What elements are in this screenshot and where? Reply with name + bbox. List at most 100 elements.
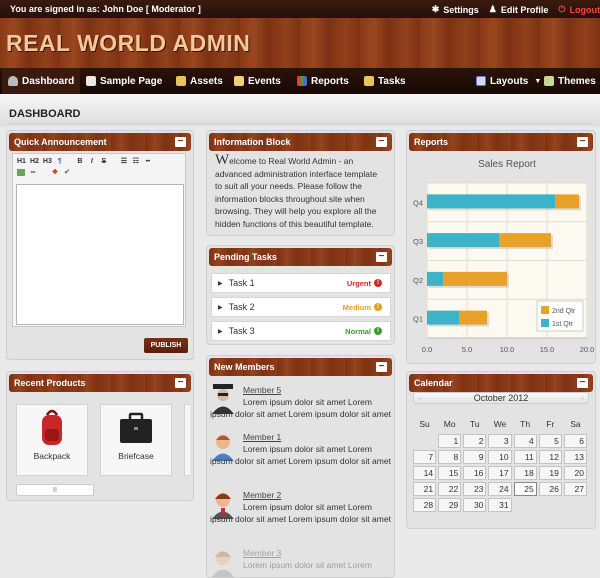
nav-events[interactable]: Events <box>228 68 287 94</box>
calendar-day[interactable]: 12 <box>538 450 562 464</box>
calendar-day[interactable]: 2 <box>463 434 487 448</box>
calendar-today[interactable]: 25 <box>513 482 537 496</box>
x-tick-label: 15.0 <box>540 345 555 354</box>
collapse-button[interactable]: − <box>175 137 186 147</box>
nav-layouts[interactable]: Layouts ▼ <box>470 68 547 94</box>
calendar-day[interactable]: 14 <box>413 466 437 480</box>
horizontal-rule-icon[interactable]: ┅ <box>144 157 152 165</box>
settings-label: Settings <box>443 4 479 15</box>
calendar-day[interactable]: 29 <box>438 498 462 512</box>
member-name-link[interactable]: Member 1 <box>243 431 281 443</box>
logo[interactable]: REAL WORLD ADMIN <box>6 30 250 57</box>
product-label: Backpack <box>33 451 71 461</box>
task-item[interactable]: ▶ Task 1 Urgent! <box>211 273 391 293</box>
calendar-day[interactable]: 6 <box>563 434 587 448</box>
bold-button[interactable]: B <box>76 158 84 165</box>
calendar-day[interactable]: 1 <box>438 434 462 448</box>
next-month-icon[interactable]: ◦ <box>581 393 584 404</box>
member-name-link[interactable]: Member 2 <box>243 489 281 501</box>
prev-month-icon[interactable]: ◦ <box>418 393 421 404</box>
calendar-day[interactable]: 21 <box>413 482 437 496</box>
calendar-day[interactable]: 20 <box>563 466 587 480</box>
calendar-day[interactable]: 24 <box>488 482 512 496</box>
link-icon[interactable]: ∞ <box>29 169 37 176</box>
nav-sample-page[interactable]: Sample Page <box>80 68 168 94</box>
nav-tasks[interactable]: Tasks <box>358 68 412 94</box>
product-card[interactable]: Briefcase <box>100 404 172 476</box>
editor-toolbar: H1 H2 H3 ¶ B I S ☰ ☷ ┅ <box>13 154 185 168</box>
bar-2nd-qtr <box>443 271 507 286</box>
priority-label: Normal <box>345 326 371 336</box>
collapse-button[interactable]: − <box>376 362 387 372</box>
panel-header: Quick Announcement − <box>9 133 191 151</box>
calendar-day[interactable]: 31 <box>488 498 512 512</box>
calendar-day[interactable]: 7 <box>413 450 437 464</box>
bar-1st-qtr <box>427 194 555 209</box>
weekday-label: We <box>493 419 507 429</box>
member-name-link[interactable]: Member 5 <box>243 384 281 396</box>
calendar-day[interactable]: 23 <box>463 482 487 496</box>
member-name-link[interactable]: Member 3 <box>243 547 281 559</box>
task-item[interactable]: ▶ Task 3 Normal! <box>211 321 391 341</box>
product-card[interactable]: Backpack <box>16 404 88 476</box>
legend-swatch <box>541 306 549 314</box>
paragraph-button[interactable]: ¶ <box>56 158 64 165</box>
settings-link[interactable]: ✱ Settings <box>432 4 479 15</box>
collapse-button[interactable]: − <box>175 378 186 388</box>
panel-title: Information Block <box>214 137 291 147</box>
collapse-button[interactable]: − <box>376 252 387 262</box>
user-icon: ♟ <box>488 4 497 14</box>
calendar-day[interactable]: 4 <box>513 434 537 448</box>
calendar-day[interactable]: 18 <box>513 466 537 480</box>
task-item[interactable]: ▶ Task 2 Medium! <box>211 297 391 317</box>
announcement-panel: Quick Announcement − H1 H2 H3 ¶ B I S ☰ … <box>6 130 194 360</box>
task-label: Task 3 <box>228 326 255 336</box>
chart-icon <box>297 76 307 86</box>
calendar-day[interactable]: 8 <box>438 450 462 464</box>
logout-link[interactable]: ⏻ Logout <box>558 4 600 15</box>
numbered-list-icon[interactable]: ☷ <box>132 157 140 165</box>
h3-button[interactable]: H3 <box>43 158 52 165</box>
h2-button[interactable]: H2 <box>30 158 39 165</box>
strike-button[interactable]: S <box>100 158 108 165</box>
calendar-day[interactable]: 16 <box>463 466 487 480</box>
edit-profile-link[interactable]: ♟ Edit Profile <box>489 4 549 15</box>
calendar-day[interactable]: 30 <box>463 498 487 512</box>
calendar-day[interactable]: 10 <box>488 450 512 464</box>
task-label: Task 2 <box>228 302 255 312</box>
nav-dashboard[interactable]: Dashboard <box>2 68 81 94</box>
panel-title: New Members <box>214 362 275 372</box>
bullet-list-icon[interactable]: ☰ <box>120 157 128 165</box>
calendar-day[interactable]: 22 <box>438 482 462 496</box>
checkmark-icon[interactable]: ✔ <box>63 168 71 176</box>
calendar-day[interactable]: 5 <box>538 434 562 448</box>
weekday-label: Su <box>419 419 430 429</box>
calendar-day[interactable]: 26 <box>538 482 562 496</box>
editor-textarea[interactable] <box>16 184 184 325</box>
calendar-day[interactable]: 3 <box>488 434 512 448</box>
calendar-day[interactable]: 28 <box>413 498 437 512</box>
nav-assets[interactable]: Assets <box>170 68 229 94</box>
collapse-button[interactable]: − <box>577 137 588 147</box>
nav-reports[interactable]: Reports <box>291 68 355 94</box>
product-scrollbar[interactable]: II <box>16 484 94 496</box>
nav-themes[interactable]: Themes <box>538 68 600 94</box>
calendar-day[interactable]: 13 <box>563 450 587 464</box>
calendar-day[interactable]: 27 <box>563 482 587 496</box>
italic-button[interactable]: I <box>88 158 96 165</box>
collapse-button[interactable]: − <box>376 137 387 147</box>
h1-button[interactable]: H1 <box>17 158 26 165</box>
publish-button[interactable]: PUBLISH <box>144 338 188 353</box>
weekday-label: Tu <box>470 419 480 429</box>
calendar-empty-cell <box>564 498 587 512</box>
legend-label: 1st Qtr <box>552 321 574 328</box>
calendar-day[interactable]: 11 <box>513 450 537 464</box>
calendar-week: 14 15 16 17 18 19 20 <box>413 466 587 480</box>
calendar-day[interactable]: 19 <box>538 466 562 480</box>
calendar-day[interactable]: 15 <box>438 466 462 480</box>
image-icon[interactable] <box>17 168 25 176</box>
collapse-button[interactable]: − <box>577 378 588 388</box>
calendar-day[interactable]: 9 <box>463 450 487 464</box>
calendar-day[interactable]: 17 <box>488 466 512 480</box>
spellcheck-icon[interactable]: ❖ <box>51 168 59 176</box>
